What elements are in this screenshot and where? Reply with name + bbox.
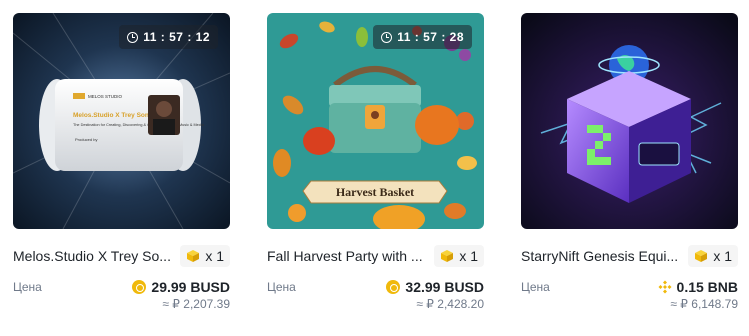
art-produced-text: Produced by: [75, 137, 97, 142]
nft-title[interactable]: StarryNift Genesis Equi...: [521, 248, 678, 264]
clock-icon: [381, 31, 393, 43]
busd-coin-icon: [386, 280, 401, 294]
quantity-badge: x 1: [434, 245, 484, 267]
nft-title[interactable]: Fall Harvest Party with ...: [267, 248, 423, 264]
auction-timer: 11 : 57 : 12: [119, 25, 218, 49]
nft-thumbnail[interactable]: [521, 13, 738, 229]
fiat-price: ≈ ₽ 6,148.79: [670, 297, 738, 311]
clock-icon: [127, 31, 139, 43]
price-text: 32.99 BUSD: [405, 279, 484, 295]
price-label: Цена: [521, 280, 550, 294]
busd-coin-icon: [132, 280, 147, 294]
price-value: 32.99 BUSD: [386, 279, 484, 295]
quantity-text: x 1: [713, 248, 732, 264]
nft-card[interactable]: MELOS STUDIO Melos.Studio X Trey Songz T…: [13, 13, 230, 323]
bnb-coin-icon: [658, 280, 672, 294]
fiat-price: ≈ ₽ 2,428.20: [416, 297, 484, 311]
quantity-text: x 1: [205, 248, 224, 264]
price-value: 29.99 BUSD: [132, 279, 230, 295]
art-brand-text: MELOS STUDIO: [88, 94, 123, 99]
quantity-badge: x 1: [688, 245, 738, 267]
nft-thumbnail[interactable]: MELOS STUDIO Melos.Studio X Trey Songz T…: [13, 13, 230, 229]
mystery-box-icon: [187, 250, 200, 262]
price-text: 29.99 BUSD: [151, 279, 230, 295]
nft-card[interactable]: StarryNift Genesis Equi... x 1 Цена 0.15…: [521, 13, 738, 323]
starrynift-box-artwork: [521, 13, 738, 229]
price-label: Цена: [267, 280, 296, 294]
fiat-price: ≈ ₽ 2,207.39: [162, 297, 230, 311]
price-value: 0.15 BNB: [658, 279, 738, 295]
art-banner-text: Harvest Basket: [336, 185, 414, 199]
nft-card-grid: MELOS STUDIO Melos.Studio X Trey Songz T…: [0, 0, 749, 336]
mystery-box-icon: [695, 250, 708, 262]
price-label: Цена: [13, 280, 42, 294]
quantity-text: x 1: [459, 248, 478, 264]
art-headline-text: Melos.Studio X Trey Songz: [73, 112, 157, 119]
mystery-box-icon: [441, 250, 454, 262]
art-tagline-text: The Destination for Creating, Discoverin…: [73, 123, 205, 127]
nft-thumbnail[interactable]: Harvest Basket 11 : 57 : 28: [267, 13, 484, 229]
timer-text: 11 : 57 : 12: [143, 30, 210, 44]
timer-text: 11 : 57 : 28: [397, 30, 464, 44]
nft-card[interactable]: Harvest Basket 11 : 57 : 28 Fall Harvest…: [267, 13, 484, 323]
quantity-badge: x 1: [180, 245, 230, 267]
price-text: 0.15 BNB: [676, 279, 738, 295]
auction-timer: 11 : 57 : 28: [373, 25, 472, 49]
nft-title[interactable]: Melos.Studio X Trey So...: [13, 248, 171, 264]
